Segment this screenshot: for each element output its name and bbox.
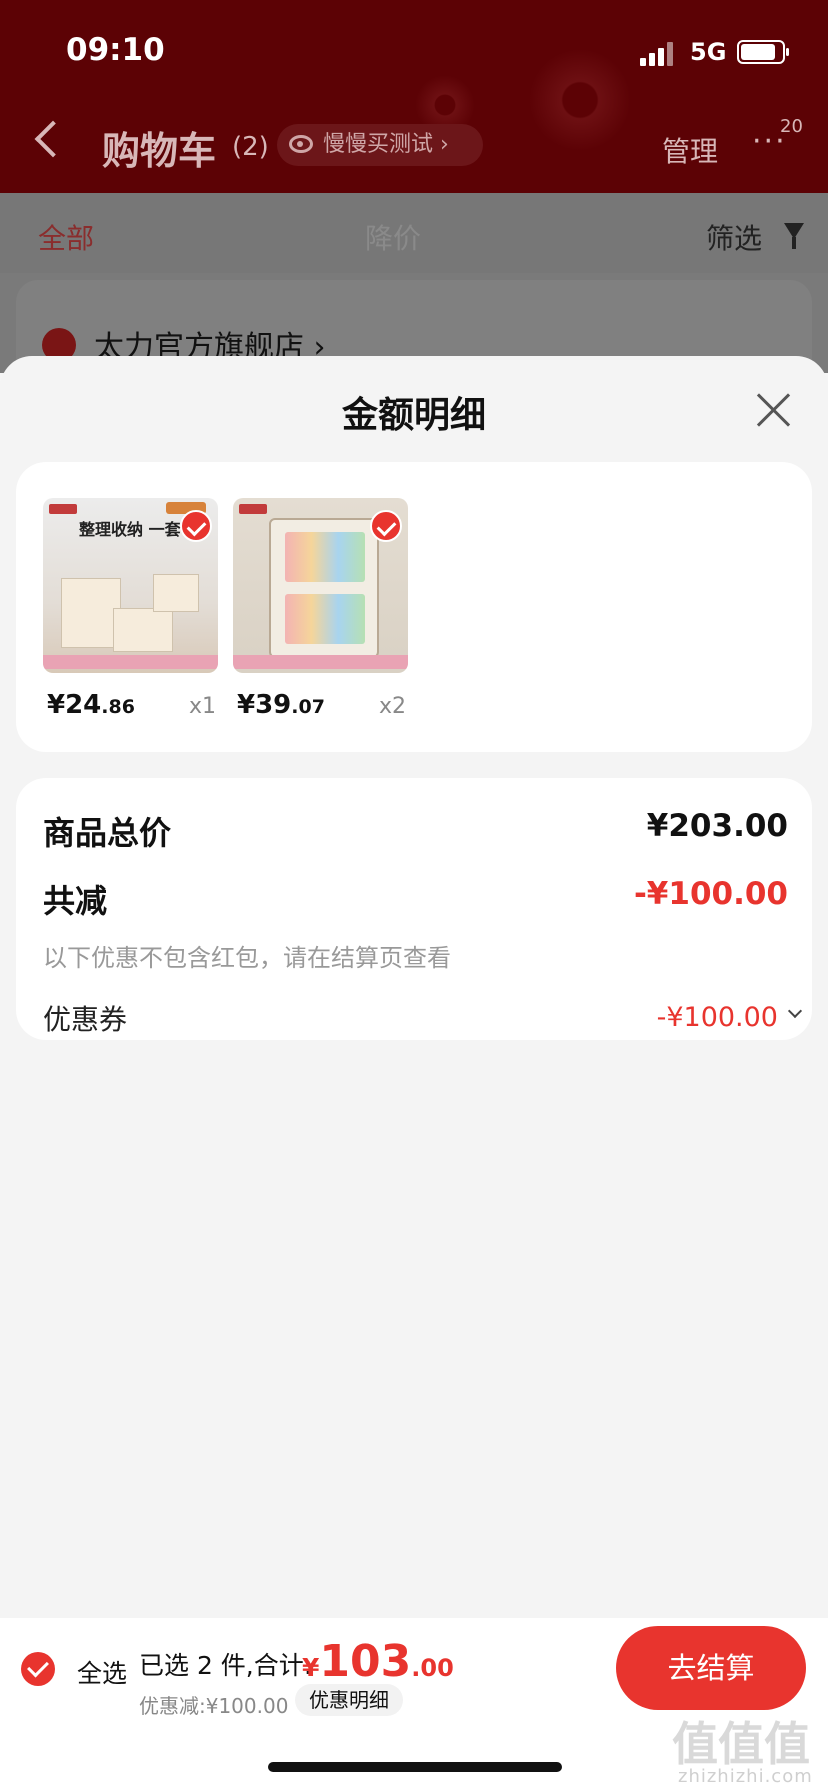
selected-check-icon[interactable] — [180, 510, 212, 542]
signal-icon — [640, 42, 676, 66]
nav-bar: 购物车 (2) 慢慢买测试 › 管理 ··· 20 — [0, 110, 828, 180]
status-time: 09:10 — [66, 32, 165, 68]
storage-cabinet — [269, 518, 379, 658]
network-label: 5G — [690, 38, 727, 66]
back-icon[interactable] — [34, 120, 72, 158]
product-list: 整理收纳 一套 ¥24.86 x1 ¥39.07 x2 — [16, 462, 812, 752]
eye-icon — [289, 135, 313, 153]
test-pill-button[interactable]: 慢慢买测试 › — [277, 124, 483, 166]
total-value: ¥203.00 — [646, 808, 788, 844]
storage-bag — [61, 578, 121, 648]
close-icon[interactable] — [756, 392, 792, 428]
brand-logo — [49, 504, 77, 514]
status-bar: 09:10 5G — [0, 0, 828, 100]
product-image — [233, 498, 408, 673]
watermark-url: zhizhizhi.com — [678, 1766, 813, 1787]
tab-all[interactable]: 全部 — [38, 217, 94, 257]
discount-detail-button[interactable]: 优惠明细 — [295, 1684, 403, 1716]
discount-text: 优惠减:¥100.00 — [139, 1694, 289, 1718]
message-badge: 20 — [780, 116, 803, 137]
cart-count: (2) — [232, 132, 269, 162]
product-qty: x1 — [188, 694, 216, 719]
filter-button[interactable]: 筛选 — [706, 217, 762, 257]
product-price: ¥39.07 — [237, 690, 325, 720]
discount-note: 以下优惠不包含红包，请在结算页查看 — [43, 944, 451, 972]
reduce-label: 共减 — [43, 882, 108, 920]
promo-banner — [233, 655, 408, 669]
brand-logo — [239, 504, 267, 514]
coupon-label: 优惠券 — [43, 1003, 128, 1036]
product-image: 整理收纳 一套 — [43, 498, 218, 673]
manage-button[interactable]: 管理 — [662, 130, 718, 170]
header: 09:10 5G 购物车 (2) 慢慢买测试 › 管理 ··· 20 — [0, 0, 828, 193]
product-qty: x2 — [378, 694, 406, 719]
total-label: 商品总价 — [43, 814, 172, 852]
select-all-check-icon[interactable] — [21, 1652, 55, 1686]
watermark-glyphs: 值值值 — [672, 1717, 810, 1771]
page-title: 购物车 — [102, 129, 217, 173]
product-image-text: 整理收纳 一套 — [79, 520, 181, 539]
home-indicator[interactable] — [268, 1762, 562, 1772]
promo-banner — [43, 655, 218, 669]
selected-check-icon[interactable] — [370, 510, 402, 542]
total-amount: ¥103.00 — [302, 1636, 454, 1687]
reduce-value: -¥100.00 — [633, 876, 788, 912]
coupon-value[interactable]: -¥100.00 — [657, 1002, 778, 1033]
select-all-label[interactable]: 全选 — [77, 1654, 127, 1690]
tab-price-drop[interactable]: 降价 — [365, 217, 421, 257]
watermark: 值值值 zhizhizhi.com — [672, 1708, 822, 1792]
checkout-button[interactable]: 去结算 — [616, 1626, 806, 1710]
chevron-down-icon[interactable] — [787, 1003, 803, 1019]
selected-count-text: 已选 2 件,合计: — [139, 1651, 313, 1680]
product-item[interactable]: ¥39.07 x2 — [233, 498, 408, 720]
battery-icon — [737, 40, 789, 64]
product-price: ¥24.86 — [47, 690, 135, 720]
sheet-title: 金额明细 — [341, 395, 486, 436]
storage-bag — [153, 574, 199, 612]
test-pill-label: 慢慢买测试 — [323, 132, 434, 157]
product-item[interactable]: 整理收纳 一套 ¥24.86 x1 — [43, 498, 218, 720]
filter-icon[interactable] — [784, 223, 804, 249]
checkout-bar: 全选 已选 2 件,合计: ¥103.00 优惠减:¥100.00 优惠明细 去… — [0, 1618, 828, 1718]
amount-detail-sheet: 金额明细 整理收纳 一套 ¥24.86 x1 ¥39.07 x2 商品总价 ¥2… — [0, 356, 828, 1618]
cart-tabs: 全部 降价 筛选 — [0, 193, 828, 273]
price-summary: 商品总价 ¥203.00 共减 -¥100.00 以下优惠不包含红包，请在结算页… — [16, 778, 812, 1040]
storage-bag — [113, 608, 173, 652]
